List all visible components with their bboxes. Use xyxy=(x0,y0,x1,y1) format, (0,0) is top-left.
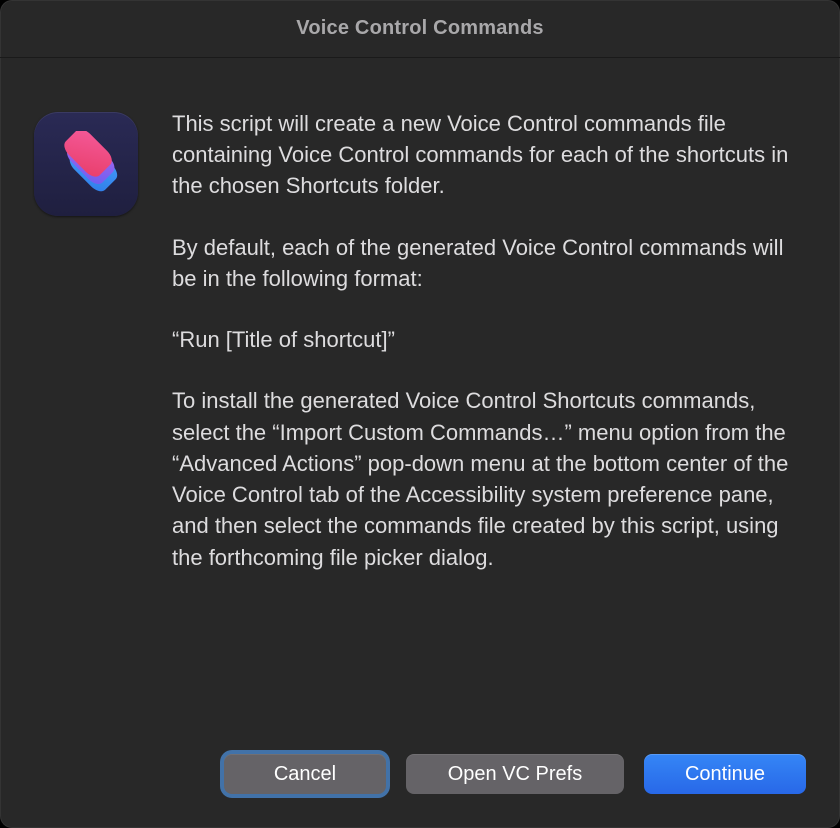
message-paragraph-1: This script will create a new Voice Cont… xyxy=(172,108,806,202)
cancel-button[interactable]: Cancel xyxy=(224,754,386,794)
dialog-title: Voice Control Commands xyxy=(296,17,543,40)
dialog-window: Voice Control Commands xyxy=(0,0,840,828)
dialog-content: This script will create a new Voice Cont… xyxy=(0,58,840,828)
titlebar: Voice Control Commands xyxy=(0,0,840,58)
dialog-body-row: This script will create a new Voice Cont… xyxy=(34,108,806,573)
continue-button[interactable]: Continue xyxy=(644,754,806,794)
open-vc-prefs-button[interactable]: Open VC Prefs xyxy=(406,754,624,794)
message-paragraph-2: By default, each of the generated Voice … xyxy=(172,232,806,294)
dialog-message: This script will create a new Voice Cont… xyxy=(172,108,806,573)
dialog-button-row: Cancel Open VC Prefs Continue xyxy=(34,734,806,794)
shortcuts-layers-icon xyxy=(53,131,119,197)
shortcuts-app-icon xyxy=(34,112,138,216)
message-paragraph-4: To install the generated Voice Control S… xyxy=(172,385,806,572)
message-paragraph-3: “Run [Title of shortcut]” xyxy=(172,324,806,355)
